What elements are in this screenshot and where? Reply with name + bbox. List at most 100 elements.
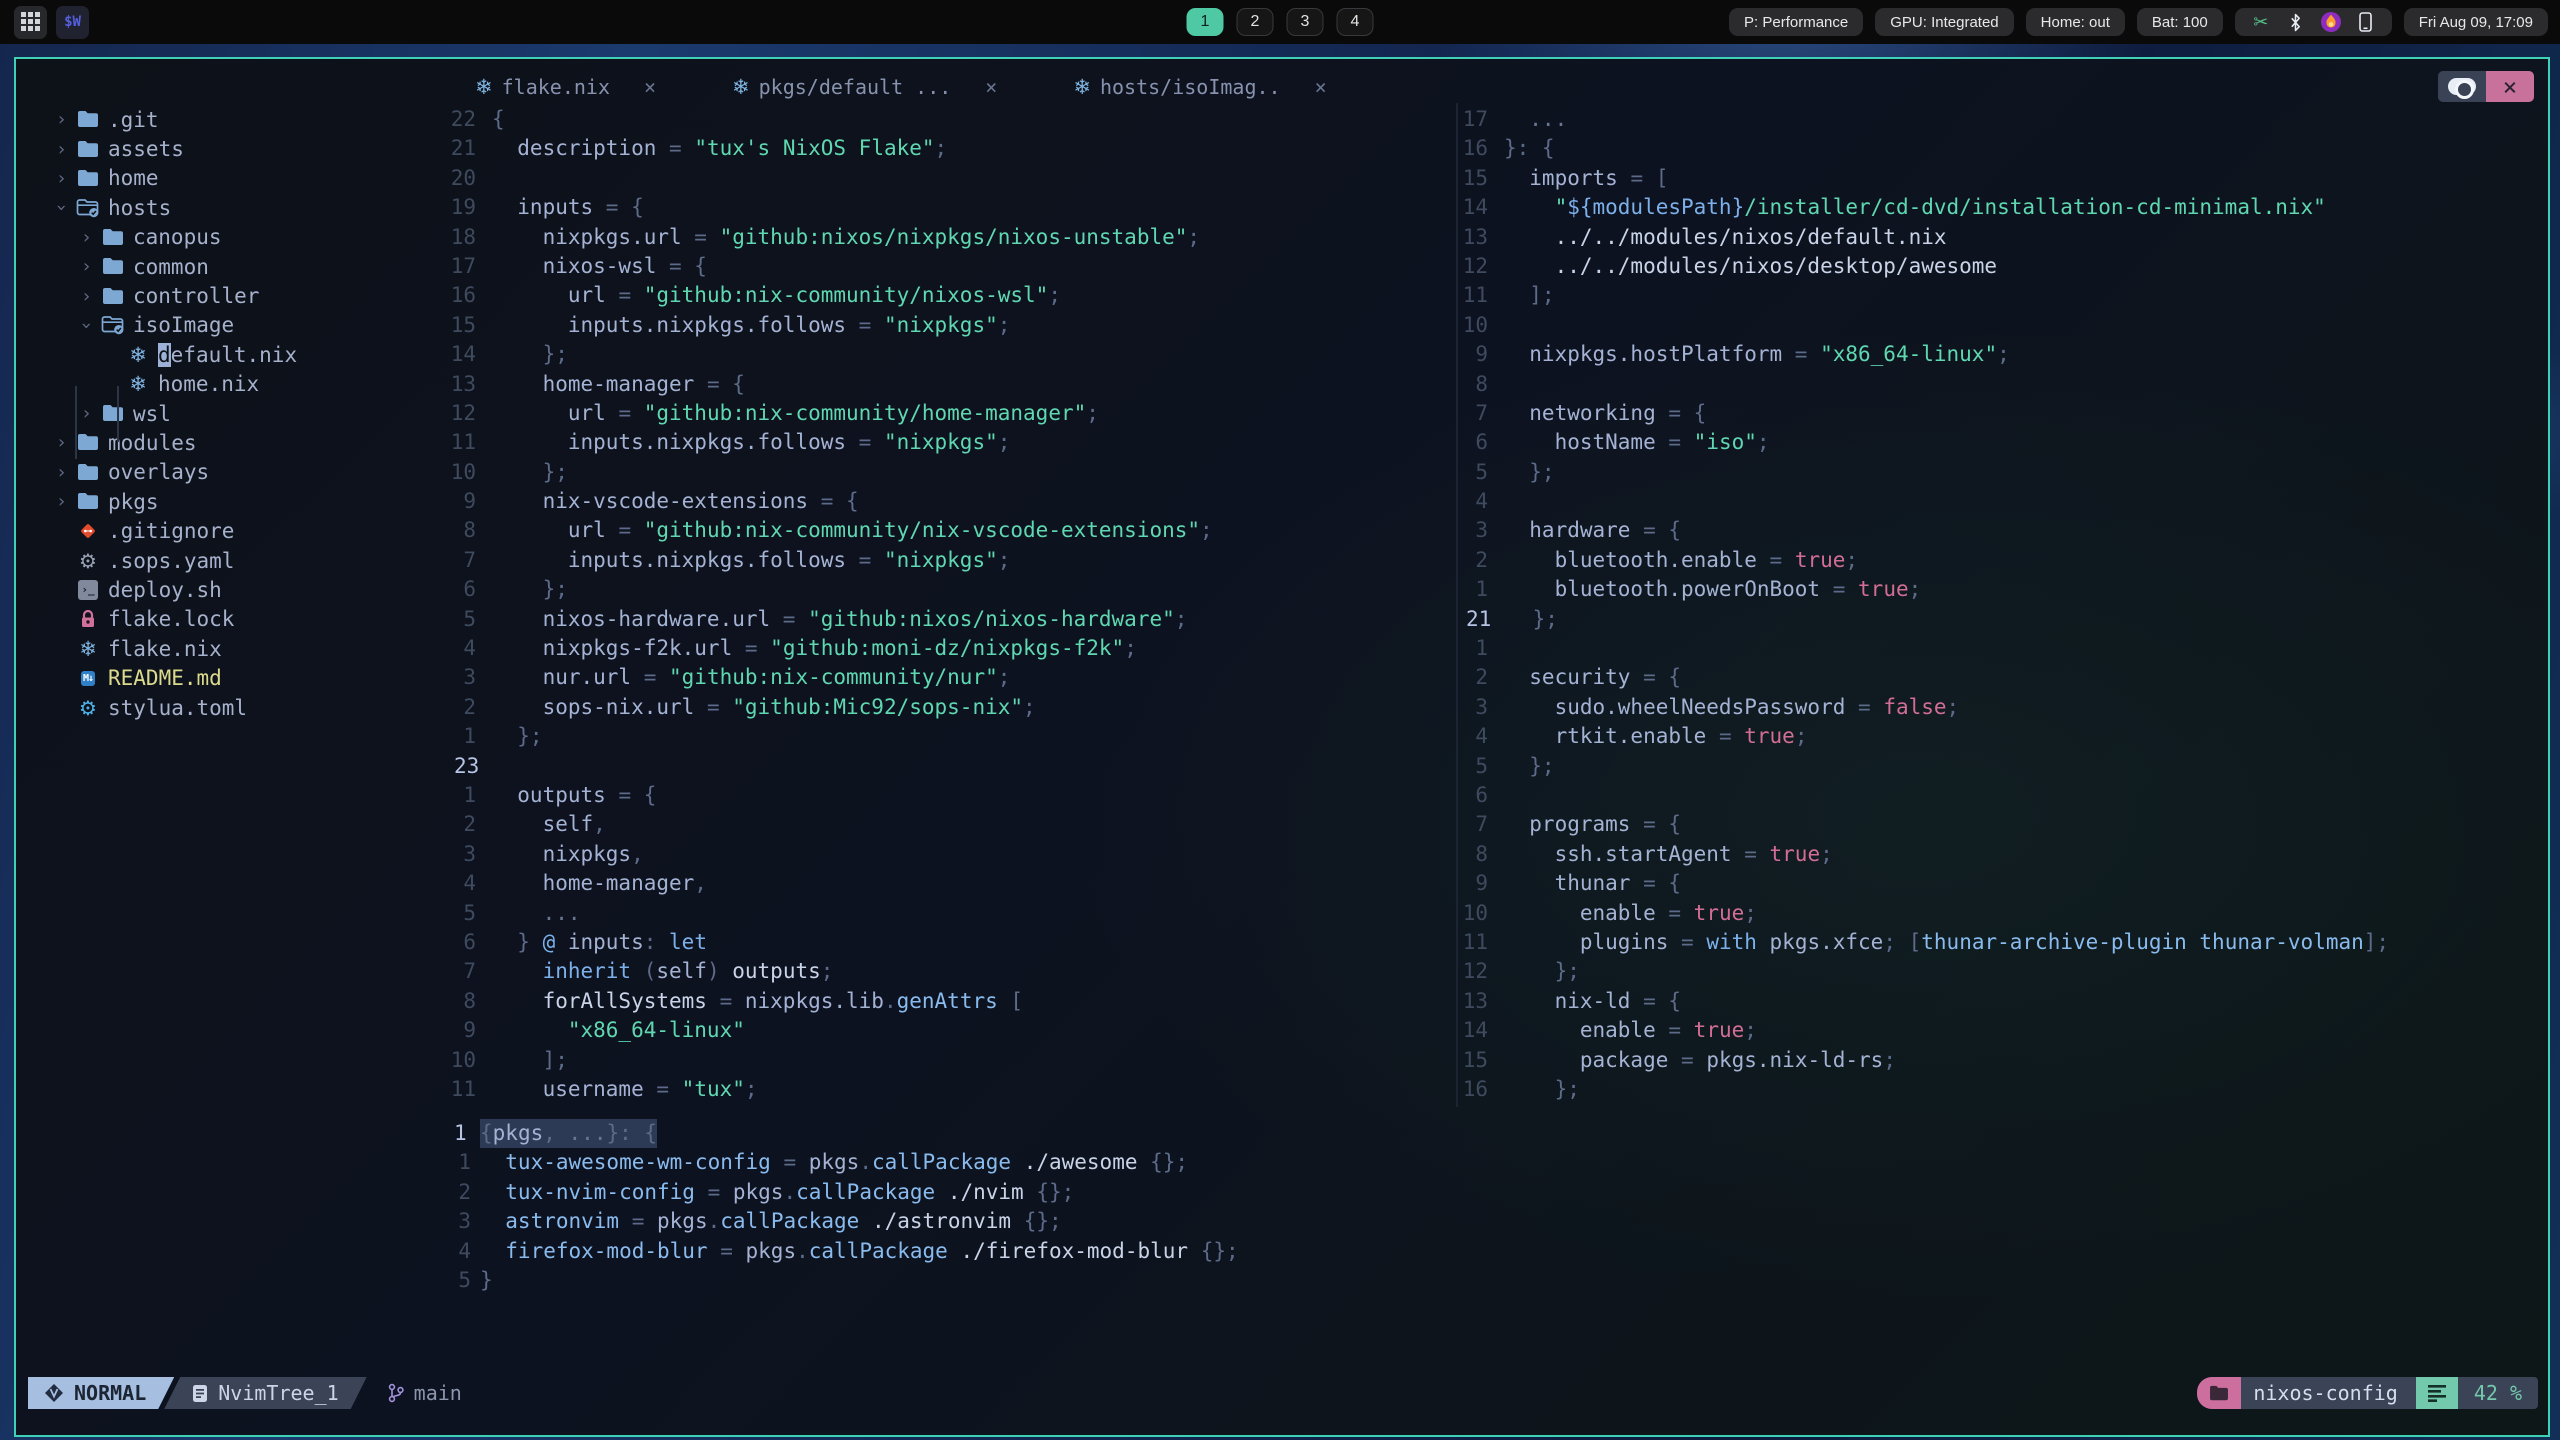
wm-logo-button[interactable]: $W: [56, 5, 89, 39]
code-line[interactable]: 16}: {: [1462, 134, 2544, 163]
code-line[interactable]: 7 networking = {: [1462, 399, 2544, 428]
tree-item-home[interactable]: › home: [16, 164, 450, 193]
code-line[interactable]: 17 ...: [1462, 105, 2544, 134]
chevron-closed-icon[interactable]: ›: [75, 227, 100, 248]
code-line[interactable]: 14 enable = true;: [1462, 1016, 2544, 1045]
code-line[interactable]: 4 home-manager,: [450, 869, 1454, 898]
chevron-closed-icon[interactable]: ›: [50, 109, 75, 130]
code-line[interactable]: 15 package = pkgs.nix-ld-rs;: [1462, 1046, 2544, 1075]
code-line[interactable]: 13 nix-ld = {: [1462, 987, 2544, 1016]
code-line[interactable]: 4: [1462, 487, 2544, 516]
code-line[interactable]: 10 ];: [450, 1046, 1454, 1075]
code-line[interactable]: 8 ssh.startAgent = true;: [1462, 840, 2544, 869]
tree-item-canopus[interactable]: › canopus: [16, 223, 450, 252]
code-line[interactable]: 5 ...: [450, 899, 1454, 928]
code-line[interactable]: 6: [1462, 781, 2544, 810]
tree-item-hosts[interactable]: › hosts: [16, 193, 450, 222]
tree-item-default.nix[interactable]: ❄ default.nix: [16, 340, 450, 369]
code-line[interactable]: 14 };: [450, 340, 1454, 369]
tab-flake-nix[interactable]: ❄ flake.nix ×: [461, 71, 670, 103]
code-line[interactable]: 6 } @ inputs: let: [450, 928, 1454, 957]
code-line[interactable]: 4 firefox-mod-blur = pkgs.callPackage ./…: [450, 1237, 2540, 1266]
code-line[interactable]: 9 nix-vscode-extensions = {: [450, 487, 1454, 516]
tree-item-README.md[interactable]: M↓ README.md: [16, 663, 450, 692]
code-line[interactable]: 11 plugins = with pkgs.xfce; [thunar-arc…: [1462, 928, 2544, 957]
tree-item-home.nix[interactable]: ❄ home.nix: [16, 370, 450, 399]
tab-pkgs-default-[interactable]: ❄ pkgs/default ... ×: [718, 71, 1011, 103]
tree-item-overlays[interactable]: › overlays: [16, 458, 450, 487]
code-line[interactable]: 1: [1462, 634, 2544, 663]
tab-hosts-isoImag-[interactable]: ❄ hosts/isoImag.. ×: [1059, 71, 1340, 103]
workspace-2[interactable]: 2: [1236, 8, 1274, 36]
code-line[interactable]: 2 sops-nix.url = "github:Mic92/sops-nix"…: [450, 693, 1454, 722]
code-line[interactable]: 10 enable = true;: [1462, 899, 2544, 928]
code-line[interactable]: 5 };: [1462, 752, 2544, 781]
tree-item-flake.lock[interactable]: flake.lock: [16, 605, 450, 634]
code-line[interactable]: 2 security = {: [1462, 663, 2544, 692]
code-line[interactable]: 2 tux-nvim-config = pkgs.callPackage ./n…: [450, 1178, 2540, 1207]
app-grid-button[interactable]: [14, 5, 47, 39]
workspace-3[interactable]: 3: [1286, 8, 1324, 36]
code-line[interactable]: 3 astronvim = pkgs.callPackage ./astronv…: [450, 1207, 2540, 1236]
code-line[interactable]: 11 ];: [1462, 281, 2544, 310]
code-line[interactable]: 22 {: [450, 105, 1454, 134]
code-line[interactable]: 5}: [450, 1266, 2540, 1295]
code-line[interactable]: 3 hardware = {: [1462, 516, 2544, 545]
tree-item-modules[interactable]: › modules: [16, 428, 450, 457]
tree-item-.sops.yaml[interactable]: ⚙ .sops.yaml: [16, 546, 450, 575]
code-line[interactable]: 8 forAllSystems = nixpkgs.lib.genAttrs [: [450, 987, 1454, 1016]
code-line[interactable]: 13 ../../modules/nixos/default.nix: [1462, 223, 2544, 252]
flame-icon[interactable]: [2320, 11, 2342, 33]
code-line[interactable]: 21 };: [1462, 605, 2544, 634]
chevron-open-icon[interactable]: ›: [75, 315, 100, 336]
code-line[interactable]: 3 sudo.wheelNeedsPassword = false;: [1462, 693, 2544, 722]
workspace-1[interactable]: 1: [1186, 8, 1224, 36]
code-line[interactable]: 18 nixpkgs.url = "github:nixos/nixpkgs/n…: [450, 223, 1454, 252]
code-line[interactable]: 21 description = "tux's NixOS Flake";: [450, 134, 1454, 163]
code-line[interactable]: 5 };: [1462, 458, 2544, 487]
code-line[interactable]: 12 ../../modules/nixos/desktop/awesome: [1462, 252, 2544, 281]
code-line[interactable]: 13 home-manager = {: [450, 370, 1454, 399]
code-line[interactable]: 6 };: [450, 575, 1454, 604]
chevron-closed-icon[interactable]: ›: [50, 139, 75, 160]
chevron-closed-icon[interactable]: ›: [75, 256, 100, 277]
tree-item-flake.nix[interactable]: ❄ flake.nix: [16, 634, 450, 663]
code-line[interactable]: 9 "x86_64-linux": [450, 1016, 1454, 1045]
chevron-open-icon[interactable]: ›: [50, 197, 75, 218]
scissors-icon[interactable]: ✂: [2250, 12, 2272, 33]
chevron-closed-icon[interactable]: ›: [50, 432, 75, 453]
code-line[interactable]: 2 bluetooth.enable = true;: [1462, 546, 2544, 575]
code-line[interactable]: 7 inherit (self) outputs;: [450, 957, 1454, 986]
code-line[interactable]: 14 "${modulesPath}/installer/cd-dvd/inst…: [1462, 193, 2544, 222]
code-line[interactable]: 19 inputs = {: [450, 193, 1454, 222]
code-line[interactable]: 1 };: [450, 722, 1454, 751]
code-line[interactable]: 3 nur.url = "github:nix-community/nur";: [450, 663, 1454, 692]
code-line[interactable]: 15 imports = [: [1462, 164, 2544, 193]
pane-divider[interactable]: [1456, 103, 1458, 1107]
code-line[interactable]: 12 };: [1462, 957, 2544, 986]
tree-item-isoImage[interactable]: › isoImage: [16, 311, 450, 340]
code-line[interactable]: 10 };: [450, 458, 1454, 487]
code-line[interactable]: 16 };: [1462, 1075, 2544, 1104]
workspace-4[interactable]: 4: [1336, 8, 1374, 36]
tree-item-controller[interactable]: › controller: [16, 281, 450, 310]
code-line[interactable]: 7 programs = {: [1462, 810, 2544, 839]
code-line[interactable]: 16 url = "github:nix-community/nixos-wsl…: [450, 281, 1454, 310]
window-toggle-button[interactable]: [2438, 71, 2486, 102]
tab-close-icon[interactable]: ×: [1315, 75, 1327, 99]
chevron-closed-icon[interactable]: ›: [50, 491, 75, 512]
code-line[interactable]: 17 nixos-wsl = {: [450, 252, 1454, 281]
code-line[interactable]: 23: [450, 752, 1454, 781]
tree-item-.git[interactable]: › .git: [16, 105, 450, 134]
code-line[interactable]: 1 tux-awesome-wm-config = pkgs.callPacka…: [450, 1148, 2540, 1177]
bluetooth-icon[interactable]: [2285, 13, 2307, 32]
code-line[interactable]: 1 outputs = {: [450, 781, 1454, 810]
tree-item-assets[interactable]: › assets: [16, 134, 450, 163]
code-line[interactable]: 2 self,: [450, 810, 1454, 839]
window-close-button[interactable]: ×: [2486, 71, 2534, 102]
tab-close-icon[interactable]: ×: [644, 75, 656, 99]
code-line[interactable]: 11 inputs.nixpkgs.follows = "nixpkgs";: [450, 428, 1454, 457]
code-line[interactable]: 9 thunar = {: [1462, 869, 2544, 898]
code-line[interactable]: 8: [1462, 370, 2544, 399]
code-line[interactable]: 4 nixpkgs-f2k.url = "github:moni-dz/nixp…: [450, 634, 1454, 663]
